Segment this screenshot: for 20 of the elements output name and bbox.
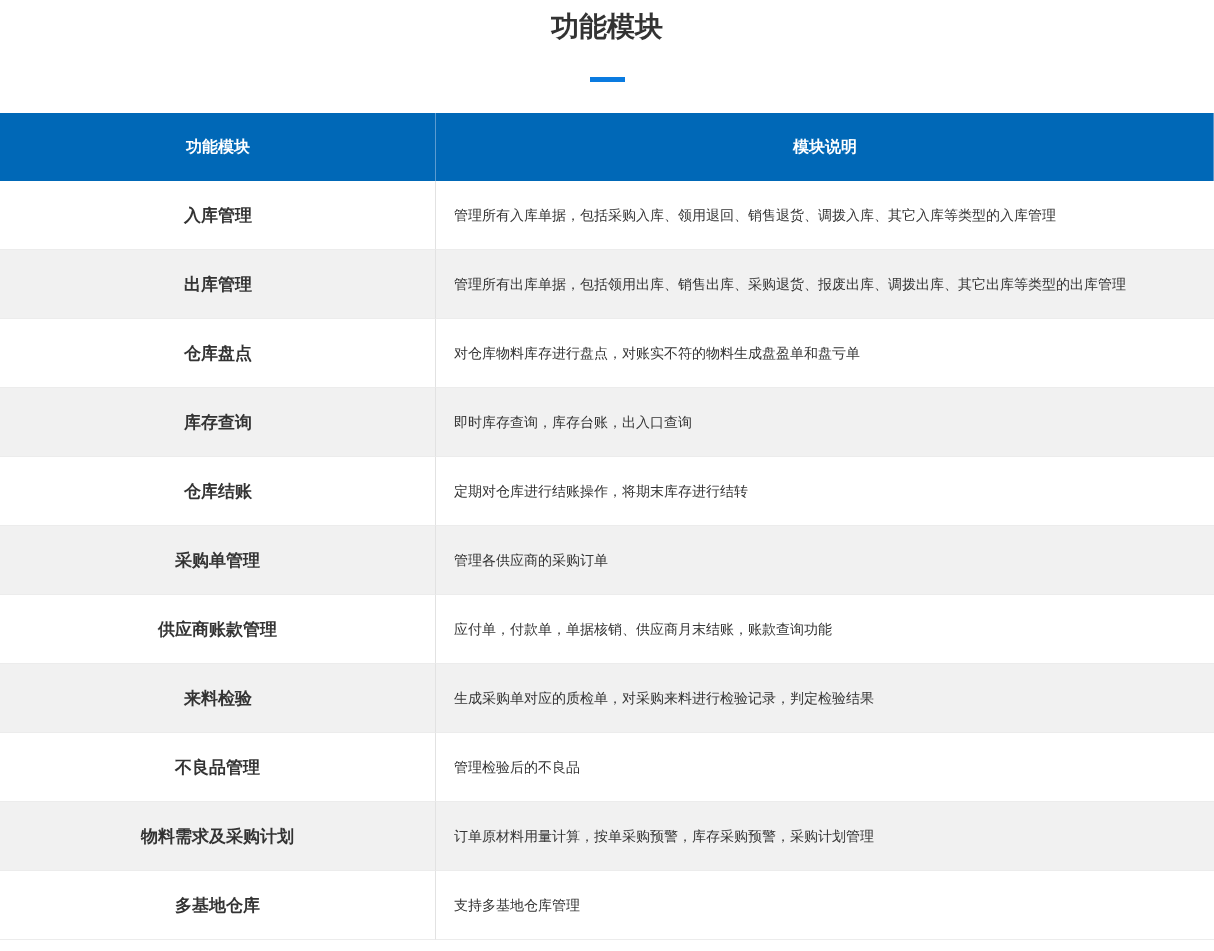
column-header: 功能模块 [0, 113, 436, 181]
table-cell: 多基地仓库 [0, 871, 436, 940]
table-cell: 出库管理 [0, 250, 436, 319]
table-cell: 管理各供应商的采购订单 [436, 526, 1214, 595]
title-underline [589, 77, 625, 82]
table-cell: 入库管理 [0, 181, 436, 250]
table-cell: 供应商账款管理 [0, 595, 436, 664]
table-cell: 不良品管理 [0, 733, 436, 802]
table-cell: 管理所有出库单据，包括领用出库、销售出库、采购退货、报废出库、调拨出库、其它出库等类型的出库管理 [436, 250, 1214, 319]
column-header: 模块说明 [436, 113, 1214, 181]
table-cell: 生成采购单对应的质检单，对采购来料进行检验记录，判定检验结果 [436, 664, 1214, 733]
table-cell: 库存查询 [0, 388, 436, 457]
table-cell: 仓库结账 [0, 457, 436, 526]
table-cell: 即时库存查询，库存台账，出入口查询 [436, 388, 1214, 457]
table-cell: 来料检验 [0, 664, 436, 733]
table-cell: 采购单管理 [0, 526, 436, 595]
table-cell: 仓库盘点 [0, 319, 436, 388]
section-title: 功能模块 [551, 9, 663, 45]
table-cell: 物料需求及采购计划 [0, 802, 436, 871]
table-cell: 订单原材料用量计算，按单采购预警，库存采购预警，采购计划管理 [436, 802, 1214, 871]
